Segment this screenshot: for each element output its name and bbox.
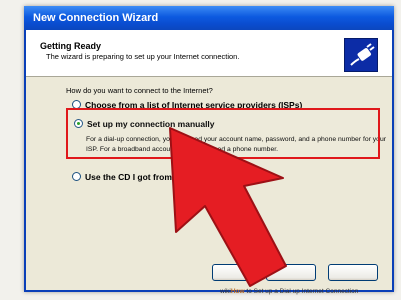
source-caption: wikiHow to Set up a Dial up Internet Con… [220, 288, 358, 295]
caption-brand: wiki [220, 288, 231, 295]
screenshot-stage: New Connection Wizard Getting Ready The … [0, 0, 401, 300]
caption-text: to Set up a Dial up Internet Connection [246, 288, 359, 295]
caption-brand-bold: How [230, 288, 245, 295]
pointer-arrow-icon [169, 127, 287, 287]
